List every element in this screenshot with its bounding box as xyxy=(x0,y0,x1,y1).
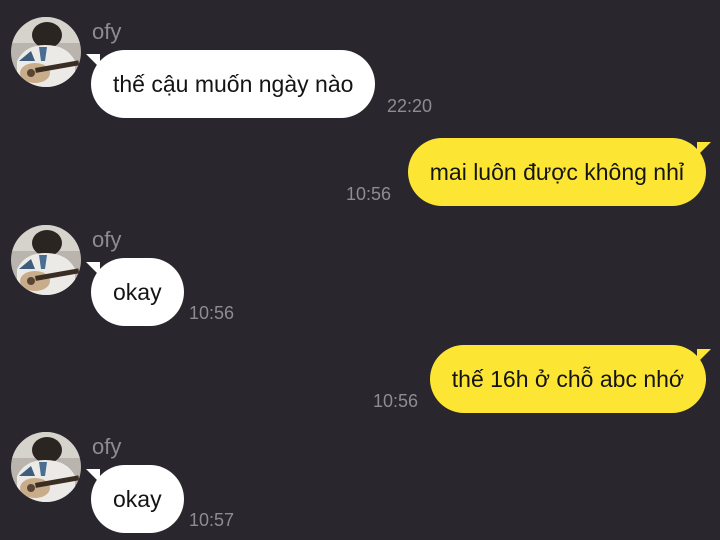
sender-name: ofy xyxy=(92,434,122,459)
sender-name: ofy xyxy=(92,227,122,252)
avatar-image xyxy=(11,17,81,87)
message-text: thế cậu muốn ngày nào xyxy=(113,71,354,97)
message-text: mai luôn được không nhỉ xyxy=(429,159,684,185)
contact-avatar[interactable] xyxy=(11,432,81,502)
contact-avatar[interactable] xyxy=(11,225,81,295)
message-text: okay xyxy=(113,279,162,305)
contact-avatar[interactable] xyxy=(11,17,81,87)
avatar-image xyxy=(11,225,81,295)
message-timestamp: 10:56 xyxy=(189,303,235,323)
message-text: thế 16h ở chỗ abc nhớ xyxy=(451,366,684,392)
message-timestamp: 10:56 xyxy=(373,391,419,411)
outgoing-message-bubble[interactable]: thế 16h ở chỗ abc nhớ xyxy=(429,345,711,413)
incoming-message-bubble[interactable]: thế cậu muốn ngày nào xyxy=(86,50,376,118)
sender-name: ofy xyxy=(92,19,122,44)
bubble-tail xyxy=(86,262,100,276)
message-timestamp: 22:20 xyxy=(387,96,433,116)
incoming-message-bubble[interactable]: okay xyxy=(86,258,184,326)
avatar-image xyxy=(11,432,81,502)
message-text: okay xyxy=(113,486,162,512)
message-timestamp: 10:56 xyxy=(346,184,392,204)
bubble-tail xyxy=(697,142,711,156)
bubble-tail xyxy=(697,349,711,363)
bubble-tail xyxy=(86,54,100,68)
bubble-tail xyxy=(86,469,100,483)
message-timestamp: 10:57 xyxy=(189,510,235,530)
incoming-message-bubble[interactable]: okay xyxy=(86,465,184,533)
outgoing-message-bubble[interactable]: mai luôn được không nhỉ xyxy=(407,138,711,206)
